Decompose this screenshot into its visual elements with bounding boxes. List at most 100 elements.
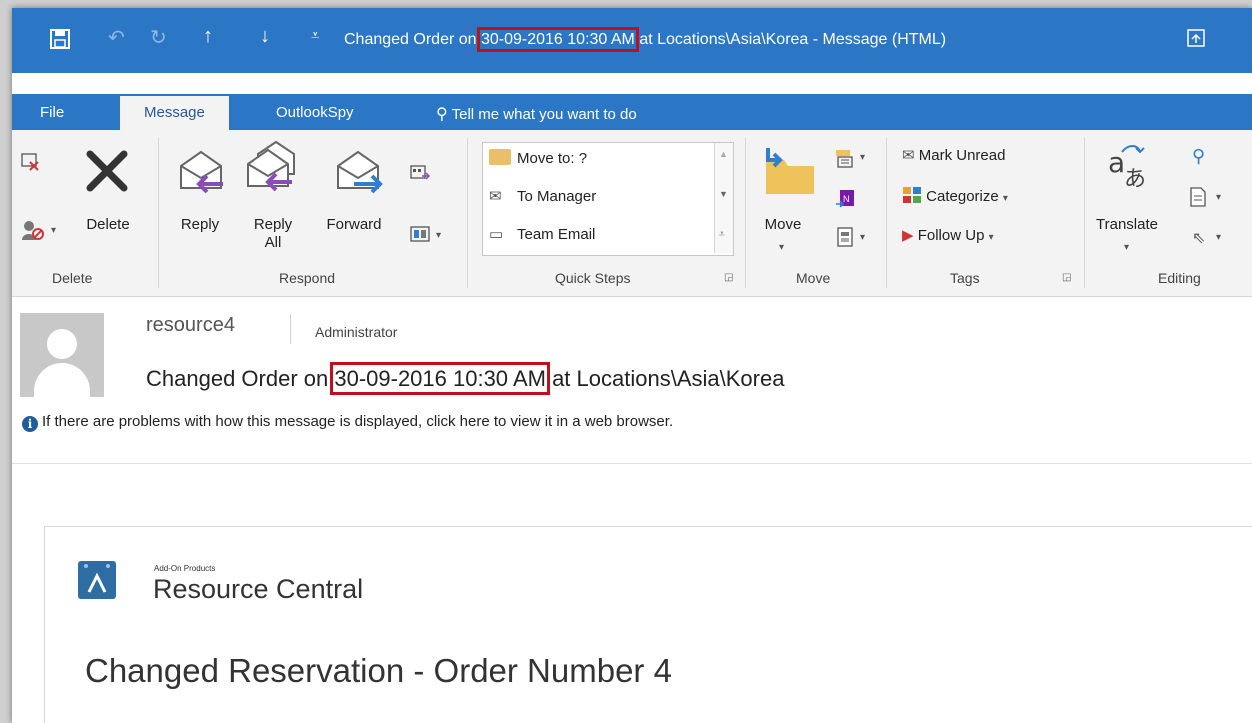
info-icon: i <box>22 416 38 432</box>
follow-up-label: Follow Up <box>917 227 985 244</box>
separator <box>467 138 468 288</box>
forward-icon[interactable] <box>334 146 390 196</box>
message-subject: Changed Order on 30-09-2016 10:30 AM at … <box>146 362 785 395</box>
tab-message[interactable]: Message <box>120 96 229 130</box>
reply-button[interactable]: Reply <box>172 216 228 234</box>
move-dropdown-icon[interactable]: ▾ <box>779 242 784 253</box>
delete-group-label: Delete <box>52 270 93 286</box>
editing-group-label: Editing <box>1158 270 1201 286</box>
more-respond-dropdown-icon[interactable]: ▾ <box>436 230 441 241</box>
meeting-icon[interactable] <box>410 164 430 182</box>
translate-dropdown-icon[interactable]: ▾ <box>1124 242 1129 253</box>
avatar-body <box>34 363 90 397</box>
reply-all-button[interactable]: Reply All <box>248 216 298 252</box>
separator <box>745 138 746 288</box>
separator <box>886 138 887 288</box>
reply-icon[interactable] <box>177 146 233 196</box>
redo-icon[interactable]: ↻ <box>150 25 167 50</box>
translate-icon[interactable]: a あ <box>1106 142 1152 190</box>
categorize-icon <box>903 187 921 203</box>
actions-dropdown-icon[interactable]: ▾ <box>860 232 865 243</box>
next-item-icon[interactable]: ↓ <box>260 25 270 48</box>
subject-suffix: at Locations\Asia\Korea <box>545 366 785 391</box>
quick-step-team-email[interactable]: ▭ Team Email <box>489 225 595 243</box>
tell-me-search[interactable]: ⚲ Tell me what you want to do <box>436 104 637 124</box>
related-dropdown-icon[interactable]: ▾ <box>1216 192 1221 203</box>
find-icon[interactable]: ⚲ <box>1192 146 1205 167</box>
translate-button[interactable]: Translate <box>1092 216 1162 234</box>
team-email-icon: ▭ <box>489 226 504 243</box>
tell-me-label: Tell me what you want to do <box>451 106 637 123</box>
recipient-label[interactable]: Administrator <box>315 324 397 340</box>
logo-dot <box>84 564 88 568</box>
save-icon[interactable] <box>50 29 70 49</box>
quick-steps-group-label: Quick Steps <box>555 270 631 286</box>
title-prefix: Changed Order on <box>344 31 481 48</box>
cleanup-dropdown-icon[interactable]: ▾ <box>51 225 56 236</box>
reply-all-label-line2: All <box>264 234 282 251</box>
header-divider <box>290 314 291 344</box>
scroll-down-icon[interactable]: ▼ <box>719 189 728 199</box>
header-separator <box>12 463 1252 464</box>
move-button[interactable]: Move <box>758 216 808 234</box>
brand-tagline: Add-On Products <box>154 564 216 573</box>
tab-outlookspy[interactable]: OutlookSpy <box>276 104 354 121</box>
follow-up-dropdown-icon: ▾ <box>988 232 994 243</box>
outlook-message-window: ↶ ↻ ↑ ↓ ⩡ Changed Order on 30-09-2016 10… <box>12 8 1252 723</box>
quick-steps-gallery: Move to: ? ✉ To Manager ▭ Team Email ▲ ▼ ⩡ <box>482 142 734 256</box>
folder-arrow-icon <box>489 149 511 165</box>
tags-launcher-icon[interactable]: ◲ <box>1062 272 1071 283</box>
more-respond-icon[interactable] <box>410 224 432 244</box>
subject-prefix: Changed Order on <box>146 366 335 391</box>
reply-all-icon[interactable] <box>244 138 304 198</box>
follow-up-button[interactable]: ▶ Follow Up ▾ <box>902 226 994 244</box>
separator <box>1084 138 1085 288</box>
quick-steps-scroll[interactable]: ▲ ▼ ⩡ <box>714 143 733 253</box>
select-dropdown-icon[interactable]: ▾ <box>1216 232 1221 243</box>
svg-text:N: N <box>843 194 850 204</box>
rules-icon[interactable] <box>834 148 856 170</box>
categorize-button[interactable]: Categorize ▾ <box>902 186 1008 205</box>
rules-dropdown-icon[interactable]: ▾ <box>860 152 865 163</box>
sender-name[interactable]: resource4 <box>146 314 235 337</box>
separator <box>158 138 159 288</box>
cleanup-icon[interactable] <box>20 218 46 242</box>
avatar <box>20 313 104 397</box>
tags-group-label: Tags <box>950 270 980 286</box>
related-icon[interactable] <box>1188 186 1208 208</box>
quick-step-to-manager[interactable]: ✉ To Manager <box>489 187 596 205</box>
onenote-icon[interactable]: N <box>836 188 856 208</box>
mark-unread-label: Mark Unread <box>918 147 1006 164</box>
tab-file[interactable]: File <box>40 104 64 121</box>
undo-icon[interactable]: ↶ <box>108 25 125 50</box>
window-title: Changed Order on 30-09-2016 10:30 AM at … <box>344 27 947 52</box>
customize-qat-icon[interactable]: ⩡ <box>311 27 319 44</box>
quick-steps-launcher-icon[interactable]: ◲ <box>724 272 733 283</box>
select-icon[interactable]: ⇖ <box>1192 228 1205 248</box>
scroll-up-icon[interactable]: ▲ <box>719 149 728 159</box>
infobar[interactable]: i If there are problems with how this mes… <box>22 413 673 432</box>
title-bar: ↶ ↻ ↑ ↓ ⩡ Changed Order on 30-09-2016 10… <box>12 8 1252 73</box>
forward-button[interactable]: Forward <box>316 216 392 234</box>
subject-date-highlight: 30-09-2016 10:30 AM <box>330 362 550 395</box>
ribbon-display-options-icon[interactable] <box>1187 29 1205 47</box>
ignore-icon[interactable] <box>20 150 42 172</box>
delete-button[interactable]: Delete <box>80 216 136 234</box>
avatar-head <box>47 329 77 359</box>
svg-text:あ: あ <box>1124 167 1146 190</box>
resource-central-logo <box>78 561 116 599</box>
respond-group-label: Respond <box>279 270 336 286</box>
quick-step-move-to[interactable]: Move to: ? <box>489 149 587 167</box>
previous-item-icon[interactable]: ↑ <box>203 25 213 48</box>
quick-step-label: Move to: ? <box>517 150 588 167</box>
delete-icon[interactable] <box>84 148 130 194</box>
gallery-more-icon[interactable]: ⩡ <box>719 229 725 240</box>
actions-icon[interactable] <box>834 226 856 248</box>
title-suffix: at Locations\Asia\Korea - Message (HTML) <box>634 31 947 48</box>
categorize-dropdown-icon: ▾ <box>1002 193 1008 204</box>
mark-unread-icon: ✉ <box>902 147 915 164</box>
mark-unread-button[interactable]: ✉ Mark Unread <box>902 146 1005 164</box>
infobar-text: If there are problems with how this mess… <box>42 413 674 430</box>
brand-name: Resource Central <box>153 574 364 604</box>
move-folder-icon[interactable] <box>758 146 818 196</box>
